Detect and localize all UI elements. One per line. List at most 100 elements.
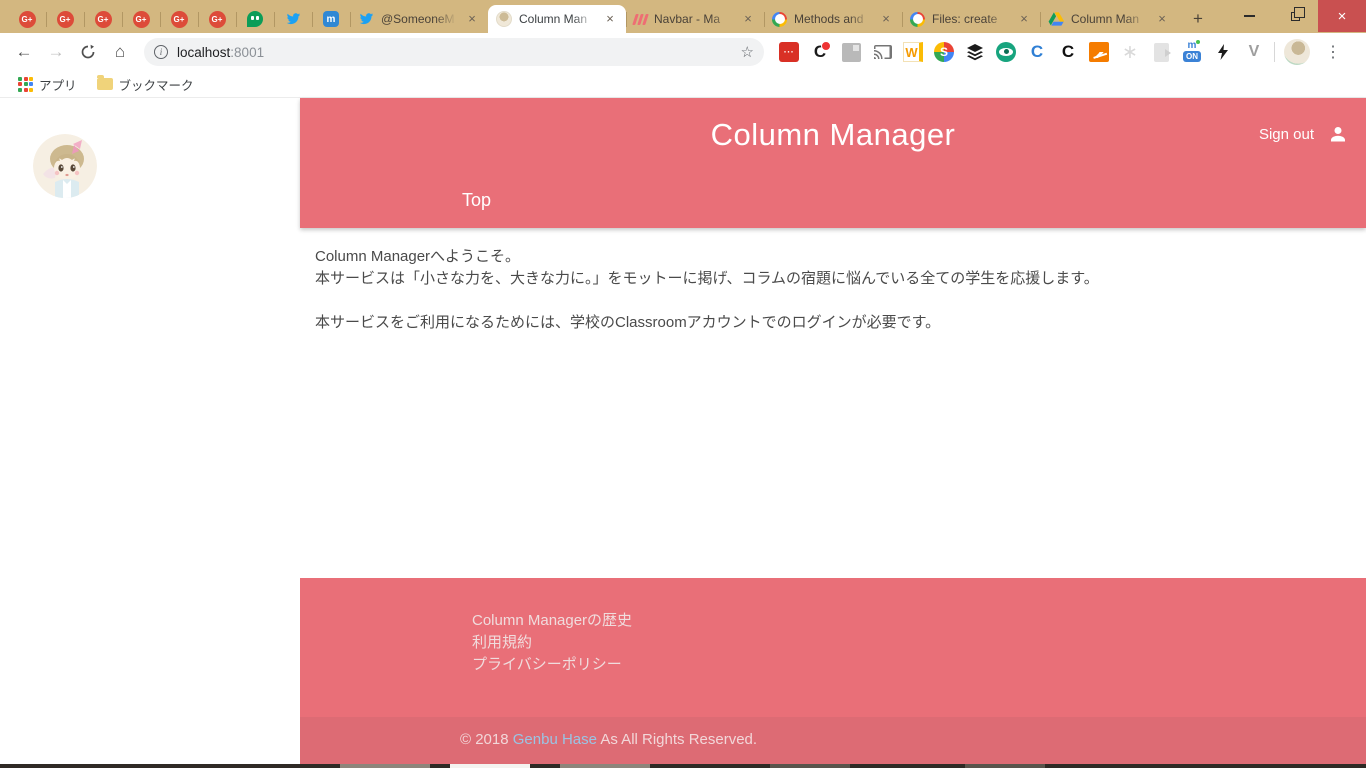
minimize-icon bbox=[1243, 15, 1255, 17]
blue-c-extension-icon[interactable]: C bbox=[1026, 41, 1048, 63]
tab-label: Column Man bbox=[519, 12, 595, 26]
layers-stack-extension-icon[interactable] bbox=[964, 41, 986, 63]
tab-close-icon[interactable]: × bbox=[1016, 11, 1032, 27]
materialize-icon bbox=[632, 13, 649, 25]
pinned-tab-mastodon[interactable]: m bbox=[312, 5, 350, 33]
tab-label: Files: create bbox=[932, 12, 1009, 26]
bookmark-star-icon[interactable]: ☆ bbox=[741, 43, 754, 61]
page-info-icon[interactable]: i bbox=[154, 45, 168, 59]
tab-drive-column-manager[interactable]: Column Man × bbox=[1040, 5, 1178, 33]
photos-gray-extension-icon[interactable] bbox=[841, 42, 861, 62]
lightning-extension-icon[interactable] bbox=[1212, 41, 1234, 63]
orange-w-extension-icon[interactable]: W bbox=[903, 42, 923, 62]
tab-close-icon[interactable]: × bbox=[602, 11, 618, 27]
url-port: :8001 bbox=[230, 44, 265, 60]
taskbar-segment bbox=[770, 764, 850, 768]
pinned-tab-google-plus-5[interactable]: G+ bbox=[160, 5, 198, 33]
footer-link-terms[interactable]: 利用規約 bbox=[472, 632, 1366, 654]
cast-icon bbox=[874, 45, 892, 59]
pinned-tab-google-plus-4[interactable]: G+ bbox=[122, 5, 160, 33]
tab-twitter-someone[interactable]: @SomeoneM × bbox=[350, 5, 488, 33]
twitter-icon bbox=[359, 13, 373, 25]
tab-close-icon[interactable]: × bbox=[464, 11, 480, 27]
tab-column-manager-active[interactable]: Column Man × bbox=[488, 5, 626, 33]
mastodon-on-extension-icon[interactable]: m ON bbox=[1183, 40, 1201, 62]
pinned-tab-google-plus-6[interactable]: G+ bbox=[198, 5, 236, 33]
google-plus-icon: G+ bbox=[170, 10, 188, 28]
tab-strip: G+ G+ G+ G+ G+ G+ m @SomeoneM × Column M… bbox=[0, 0, 1212, 33]
person-icon[interactable] bbox=[1328, 124, 1348, 144]
taskbar-edge[interactable] bbox=[0, 764, 1366, 768]
pinned-tab-google-plus-3[interactable]: G+ bbox=[84, 5, 122, 33]
home-button[interactable]: ⌂ bbox=[106, 38, 134, 66]
browser-menu-icon[interactable]: ⋮ bbox=[1319, 42, 1347, 62]
tab-close-icon[interactable]: × bbox=[1154, 11, 1170, 27]
multicolor-s-extension-icon[interactable]: S bbox=[934, 42, 954, 62]
restore-icon bbox=[1290, 6, 1305, 21]
content-paragraph: 本サービスをご利用になるためには、学校のClassroomアカウントでのログイン… bbox=[315, 314, 941, 331]
tab-close-icon[interactable]: × bbox=[878, 11, 894, 27]
avatar-illustration-icon bbox=[33, 134, 97, 198]
copyright-author-link[interactable]: Genbu Hase bbox=[513, 731, 597, 748]
flower-disabled-extension-icon[interactable]: ∗ bbox=[1119, 41, 1141, 63]
tab-methods[interactable]: Methods and × bbox=[764, 5, 902, 33]
page-viewport: Column Manager Sign out Top Column Manag… bbox=[0, 98, 1366, 768]
google-developers-icon bbox=[772, 11, 787, 27]
tab-close-icon[interactable]: × bbox=[740, 11, 756, 27]
tab-files-create[interactable]: Files: create × bbox=[902, 5, 1040, 33]
pinned-tab-google-plus-2[interactable]: G+ bbox=[46, 5, 84, 33]
copyright-suffix: As All Rights Reserved. bbox=[597, 731, 758, 748]
copyright-prefix: © 2018 bbox=[460, 731, 513, 748]
new-tab-button[interactable]: + bbox=[1184, 5, 1212, 33]
page-sidebar bbox=[0, 98, 300, 768]
browser-profile-avatar[interactable] bbox=[1284, 39, 1310, 65]
content-paragraph: 本サービスは「小さな力を、大きな力に。」をモットーに掲げ、コラムの宿題に悩んでい… bbox=[315, 270, 1099, 287]
reload-button[interactable] bbox=[74, 38, 102, 66]
footer-link-privacy[interactable]: プライバシーポリシー bbox=[472, 654, 1366, 676]
password-dots-extension-icon[interactable]: ··· bbox=[779, 42, 799, 62]
tab-label: @SomeoneM bbox=[381, 12, 457, 26]
signout-area: Sign out bbox=[1259, 124, 1348, 144]
window-restore-button[interactable] bbox=[1272, 0, 1318, 32]
pinned-tab-hangouts[interactable] bbox=[236, 5, 274, 33]
bookmark-folder[interactable]: ブックマーク bbox=[89, 72, 202, 97]
analytics-chart-extension-icon[interactable] bbox=[1089, 42, 1109, 62]
close-icon: × bbox=[1337, 7, 1347, 25]
lightning-icon bbox=[1218, 44, 1228, 60]
nav-item-top[interactable]: Top bbox=[460, 186, 493, 215]
bookmark-apps[interactable]: アプリ bbox=[10, 72, 85, 97]
google-developers-icon bbox=[910, 11, 925, 27]
vimium-v-extension-icon[interactable]: V bbox=[1243, 41, 1265, 63]
google-plus-icon: G+ bbox=[132, 10, 150, 28]
folder-icon bbox=[96, 75, 113, 90]
black-c-extension-icon[interactable]: C bbox=[1057, 41, 1079, 63]
bookmarks-bar: アプリ ブックマーク bbox=[0, 71, 1366, 98]
sign-out-button[interactable]: Sign out bbox=[1259, 126, 1314, 143]
page-disabled-extension-icon[interactable] bbox=[1153, 42, 1171, 62]
window-close-button[interactable]: × bbox=[1318, 0, 1366, 32]
back-button[interactable]: ← bbox=[10, 38, 38, 66]
twitter-icon bbox=[286, 13, 300, 25]
extensions-row: ··· C W S C C ∗ m ON V ⋮ bbox=[778, 39, 1347, 65]
window-minimize-button[interactable] bbox=[1226, 0, 1272, 32]
pinned-tab-google-plus-1[interactable]: G+ bbox=[8, 5, 46, 33]
chromecast-extension-icon[interactable] bbox=[871, 41, 893, 63]
tab-label: Column Man bbox=[1071, 12, 1147, 26]
mastodon-m-glyph: m bbox=[1187, 40, 1201, 51]
tab-label: Navbar - Ma bbox=[654, 12, 733, 26]
browser-toolbar: ← → ⌂ i localhost:8001 ☆ ··· C W S C C ∗… bbox=[0, 33, 1366, 71]
app-header: Column Manager Sign out Top bbox=[300, 98, 1366, 228]
mastodon-icon: m bbox=[323, 11, 339, 27]
forward-button[interactable]: → bbox=[42, 38, 70, 66]
footer-link-history[interactable]: Column Managerの歴史 bbox=[472, 610, 1366, 632]
address-bar[interactable]: i localhost:8001 ☆ bbox=[144, 38, 764, 66]
page-footer: Column Managerの歴史 利用規約 プライバシーポリシー bbox=[300, 578, 1366, 717]
bookmark-folder-label: ブックマーク bbox=[118, 78, 194, 93]
tab-navbar-materialize[interactable]: Navbar - Ma × bbox=[626, 5, 764, 33]
google-plus-icon: G+ bbox=[208, 10, 226, 28]
toolbar-divider bbox=[1274, 42, 1275, 62]
pinned-tab-twitter[interactable] bbox=[274, 5, 312, 33]
green-eye-extension-icon[interactable] bbox=[996, 42, 1016, 62]
url-text[interactable]: localhost:8001 bbox=[177, 45, 741, 60]
black-c-badge-extension-icon[interactable]: C bbox=[809, 41, 831, 63]
